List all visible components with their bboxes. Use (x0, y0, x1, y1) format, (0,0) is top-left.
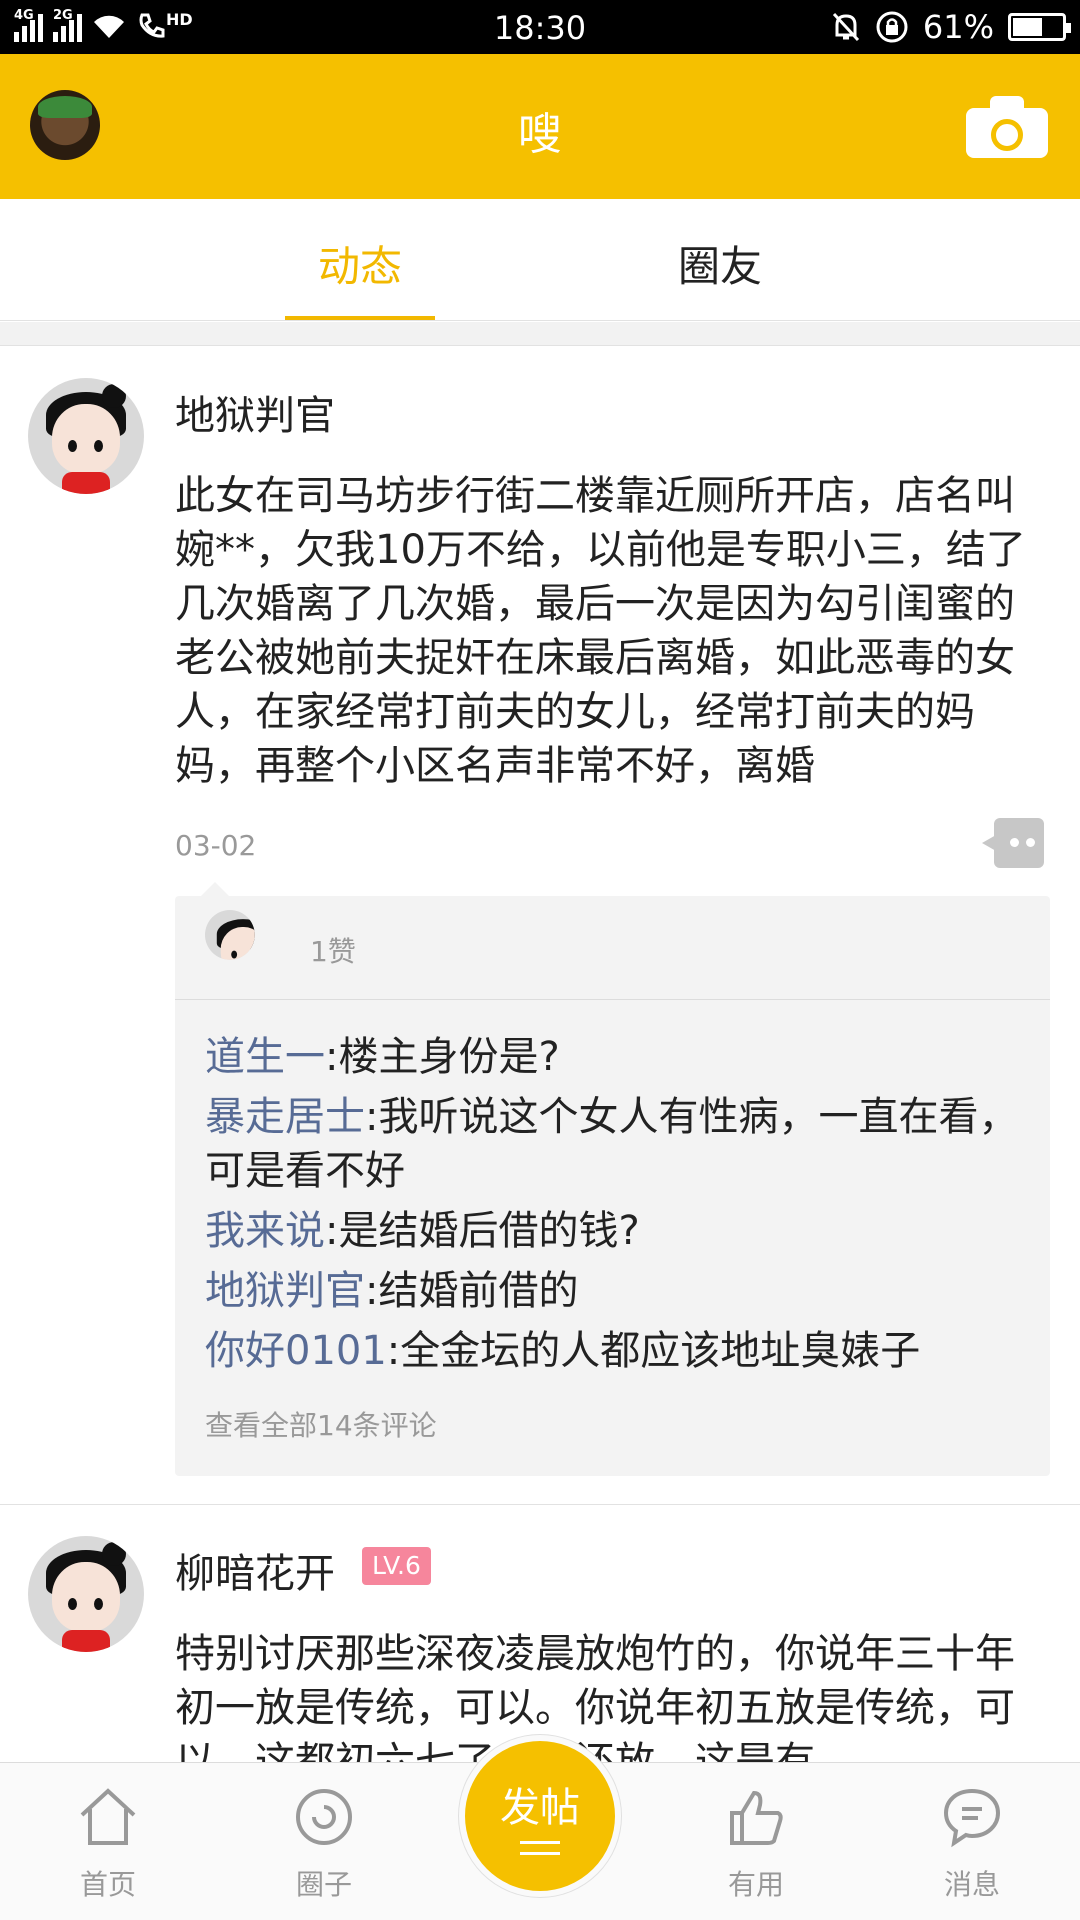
tab-bar: 动态 圈友 (0, 199, 1080, 321)
app-header: 嗖 (0, 54, 1080, 199)
nav-useful[interactable]: 有用 (686, 1785, 826, 1903)
comment-item[interactable]: 我来说:是结婚后借的钱? (205, 1204, 1025, 1258)
comment-user[interactable]: 道生一 (205, 1034, 325, 1080)
home-icon (76, 1785, 140, 1849)
post-content[interactable]: 特别讨厌那些深夜凌晨放炮竹的，你说年三十年初一放是传统，可以。你说年初五放是传统… (175, 1627, 1045, 1762)
message-icon (940, 1785, 1004, 1849)
create-post-label: 发帖 (500, 1785, 580, 1831)
section-gap (0, 322, 1080, 346)
comment-item[interactable]: 道生一:楼主身份是? (205, 1030, 1025, 1084)
likes-count: 1赞 (310, 935, 356, 968)
tab-friends[interactable]: 圈友 (645, 233, 795, 294)
status-bar: 4G 2G HD 18:30 61% (0, 0, 1080, 54)
comment-icon[interactable] (982, 818, 1044, 868)
nav-home-label: 首页 (79, 1868, 136, 1901)
post-author-avatar[interactable] (28, 378, 144, 494)
nav-circle-label: 圈子 (295, 1868, 352, 1901)
comment-list: 道生一:楼主身份是? 暴走居士:我听说这个女人有性病，一直在看，可是看不好 我来… (205, 1030, 1025, 1384)
comment-user[interactable]: 我来说 (205, 1208, 325, 1254)
comment-text: :楼主身份是? (325, 1034, 560, 1080)
post-author-name[interactable]: 地狱判官 (175, 383, 335, 441)
rotation-lock-icon (876, 11, 908, 43)
circle-icon (292, 1785, 356, 1849)
bottom-nav: 首页 圈子 发帖 有用 消息 (0, 1735, 1080, 1920)
comment-text: :全金坛的人都应该地址臭婊子 (386, 1328, 921, 1374)
post-author-avatar[interactable] (28, 1536, 144, 1652)
comment-text: :结婚前借的 (365, 1268, 579, 1314)
nav-useful-label: 有用 (727, 1868, 784, 1901)
comment-user[interactable]: 地狱判官 (205, 1268, 365, 1314)
level-badge: LV.6 (362, 1547, 431, 1585)
nav-messages[interactable]: 消息 (902, 1785, 1042, 1903)
battery-percent: 61% (922, 8, 994, 46)
create-post-button[interactable]: 发帖 (459, 1735, 621, 1897)
nav-circle[interactable]: 圈子 (254, 1785, 394, 1903)
app-title: 嗖 (518, 109, 562, 160)
thumbs-up-icon (724, 1785, 788, 1849)
comment-item[interactable]: 你好0101:全金坛的人都应该地址臭婊子 (205, 1324, 1025, 1378)
compose-icon (520, 1841, 560, 1855)
comment-user[interactable]: 你好0101 (205, 1328, 387, 1374)
view-all-comments-link[interactable]: 查看全部14条评论 (205, 1404, 437, 1444)
comment-text: :是结婚后借的钱? (325, 1208, 640, 1254)
likes-row: 1赞 (175, 896, 1050, 1000)
post-author-name[interactable]: 柳暗花开 (175, 1541, 335, 1599)
comment-item[interactable]: 地狱判官:结婚前借的 (205, 1264, 1025, 1318)
nav-home[interactable]: 首页 (38, 1785, 178, 1903)
comment-user[interactable]: 暴走居士 (205, 1094, 365, 1140)
post-date: 03-02 (175, 829, 257, 862)
reply-panel: 1赞 道生一:楼主身份是? 暴走居士:我听说这个女人有性病，一直在看，可是看不好… (175, 882, 1050, 1476)
post-card[interactable]: 柳暗花开 LV.6 特别讨厌那些深夜凌晨放炮竹的，你说年三十年初一放是传统，可以… (0, 1505, 1080, 1762)
post-content[interactable]: 此女在司马坊步行街二楼靠近厕所开店，店名叫婉**，欠我10万不给，以前他是专职小… (175, 469, 1045, 793)
mute-bell-icon (832, 12, 859, 42)
battery-icon (1008, 13, 1071, 41)
tab-feed[interactable]: 动态 (285, 233, 435, 294)
liker-avatar[interactable] (205, 910, 281, 986)
tab-active-indicator (285, 316, 435, 320)
comment-item[interactable]: 暴走居士:我听说这个女人有性病，一直在看，可是看不好 (205, 1090, 1025, 1198)
status-right: 61% (831, 8, 1071, 46)
camera-icon[interactable] (966, 96, 1048, 158)
nav-messages-label: 消息 (943, 1868, 1000, 1901)
